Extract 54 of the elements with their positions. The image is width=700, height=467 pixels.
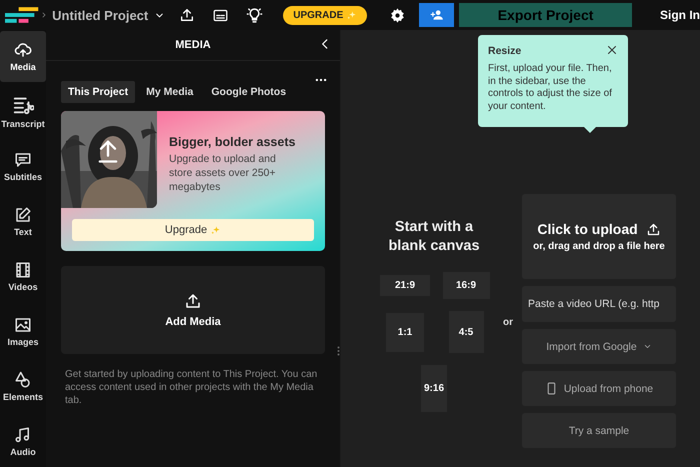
sidebar-item[interactable]: Images <box>0 306 46 357</box>
media-tab[interactable]: Google Photos <box>204 81 294 103</box>
sparkle-icon <box>346 10 358 20</box>
cloud-upload-icon <box>14 41 32 59</box>
upgrade-button[interactable]: Upgrade <box>72 219 314 241</box>
panel-title: MEDIA <box>175 39 211 51</box>
upload-icon <box>184 292 202 310</box>
aspect-ratio-button[interactable]: 21:9 <box>380 275 430 296</box>
sample-button[interactable]: Try a sample <box>522 413 676 448</box>
caret-icon <box>642 342 652 351</box>
image-icon <box>14 316 32 334</box>
media-tab[interactable]: This Project <box>61 81 136 103</box>
subtitles-icon <box>14 151 32 169</box>
lightbulb-icon <box>246 6 264 24</box>
person-add-icon <box>430 8 444 22</box>
upgrade-button[interactable]: UPGRADE <box>283 6 368 24</box>
sidebar-item[interactable]: Transcript <box>0 86 46 137</box>
project-title[interactable]: Untitled Project <box>52 8 148 22</box>
help-text: Get started by uploading content to This Project. You can access content used in other projects with the My Media tab. <box>65 368 318 407</box>
upload-phone-button[interactable]: Upload from phone <box>522 371 676 406</box>
shapes-icon <box>14 371 32 389</box>
promo-title: Bigger, bolder assets <box>169 135 296 149</box>
sidebar-item[interactable]: Media <box>0 31 46 82</box>
captions-icon <box>213 8 228 22</box>
sign-in-link[interactable]: Sign In <box>660 8 700 22</box>
phone-icon <box>544 382 558 395</box>
sparkle-icon <box>210 224 222 236</box>
aspect-ratio-button[interactable]: 9:16 <box>421 365 447 412</box>
url-field[interactable]: Paste a video URL (e.g. http <box>522 286 676 322</box>
or-label: or <box>503 317 514 328</box>
logo-icon[interactable] <box>5 7 40 23</box>
aspect-ratio-button[interactable]: 4:5 <box>448 311 484 353</box>
promo-text: Upgrade to upload and store assets over 250+ megabytes <box>169 152 277 194</box>
resize-handle[interactable] <box>337 346 340 356</box>
upload-icon <box>646 222 661 236</box>
sidebar-item[interactable]: Videos <box>0 251 46 302</box>
sidebar-item[interactable]: Subtitles <box>0 141 46 192</box>
upload-dropzone[interactable]: Click to upload or, drag and drop a file here <box>522 194 676 279</box>
import-button[interactable]: Import from Google <box>522 329 676 364</box>
media-tab[interactable]: My Media <box>139 81 200 103</box>
music-icon <box>14 426 32 444</box>
invite-button[interactable] <box>419 3 454 27</box>
sidebar-item[interactable]: Elements <box>0 361 46 412</box>
upload-icon <box>179 7 196 23</box>
aspect-ratio-button[interactable]: 16:9 <box>442 272 490 299</box>
film-icon <box>14 261 32 279</box>
close-icon <box>606 44 618 56</box>
add-media-button[interactable]: Add Media <box>61 266 325 354</box>
sidebar-item[interactable]: Text <box>0 196 46 247</box>
canvas-heading: Start with a blank canvas <box>387 218 481 256</box>
settings-icon <box>389 6 406 24</box>
edit-icon <box>14 206 32 224</box>
aspect-ratio-button[interactable]: 1:1 <box>386 312 424 352</box>
sidebar-item[interactable]: Audio <box>0 416 46 467</box>
